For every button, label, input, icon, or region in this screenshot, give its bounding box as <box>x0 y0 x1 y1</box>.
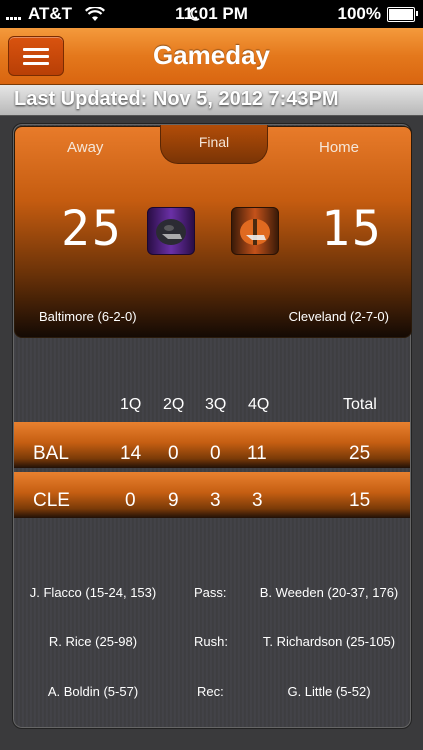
row-total: 15 <box>349 490 371 511</box>
away-score: 25 <box>61 201 123 257</box>
moon-icon <box>188 7 199 21</box>
row-q4: 11 <box>247 443 267 464</box>
battery-percent: 100% <box>337 4 381 23</box>
away-label: Away <box>67 139 104 156</box>
score-card: Away Final Home 25 15 Baltimore (6-2-0) … <box>14 125 412 338</box>
home-score: 15 <box>321 201 383 257</box>
row-q4: 3 <box>252 490 263 511</box>
stat-away-rec: A. Boldin (5-57) <box>47 684 139 699</box>
row-team: BAL <box>33 443 69 464</box>
stat-home-rush: T. Richardson (25-105) <box>262 634 396 649</box>
stat-away-pass: J. Flacco (15-24, 153) <box>29 585 157 600</box>
away-team-name: Baltimore (6-2-0) <box>39 309 137 324</box>
row-q2: 9 <box>168 490 179 511</box>
row-q1: 14 <box>120 443 142 464</box>
stat-label-pass: Pass: <box>194 585 227 600</box>
stat-home-pass: B. Weeden (20-37, 176) <box>259 585 399 600</box>
status-right: 100% <box>188 4 418 24</box>
row-q3: 0 <box>210 443 221 464</box>
nav-bar: Gameday <box>0 28 423 85</box>
last-updated-bar: Last Updated: Nov 5, 2012 7:43PM <box>0 85 423 116</box>
page-title: Gameday <box>152 40 271 70</box>
stat-home-rec: G. Little (5-52) <box>287 684 371 699</box>
home-label: Home <box>319 139 360 156</box>
away-helmet-icon <box>147 207 195 255</box>
row-total: 25 <box>349 443 371 464</box>
header-4q: 4Q <box>248 396 270 413</box>
game-status-tab: Final <box>160 125 268 164</box>
battery-icon <box>387 6 418 22</box>
row-q1: 0 <box>125 490 136 511</box>
stat-label-rec: Rec: <box>197 684 224 699</box>
row-q2: 0 <box>168 443 179 464</box>
stat-away-rush: R. Rice (25-98) <box>48 634 138 649</box>
home-helmet-icon <box>231 207 279 255</box>
row-q3: 3 <box>210 490 221 511</box>
stat-label-rush: Rush: <box>194 634 228 649</box>
status-bar: AT&T 11:01 PM 100% <box>0 0 423 28</box>
header-2q: 2Q <box>163 396 185 413</box>
row-team: CLE <box>33 490 70 511</box>
home-team-name: Cleveland (2-7-0) <box>288 309 389 324</box>
header-3q: 3Q <box>205 396 227 413</box>
last-updated-text: Last Updated: Nov 5, 2012 7:43PM <box>14 88 339 110</box>
header-1q: 1Q <box>120 396 142 413</box>
header-total: Total <box>343 396 377 413</box>
